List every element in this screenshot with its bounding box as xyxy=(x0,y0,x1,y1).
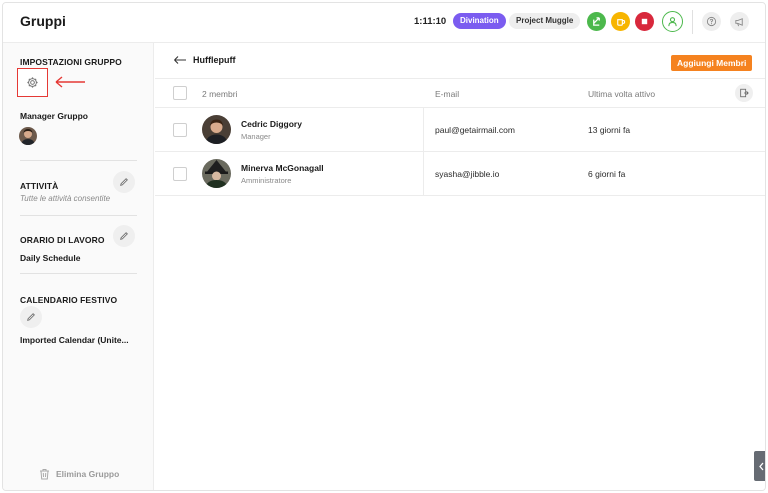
megaphone-icon xyxy=(735,18,743,27)
member-name[interactable]: Minerva McGonagall xyxy=(241,163,324,173)
edit-schedule-button[interactable] xyxy=(113,225,135,247)
sidebar-divider xyxy=(20,273,137,274)
row-checkbox[interactable] xyxy=(173,123,187,137)
member-email: syasha@jibble.io xyxy=(435,169,500,179)
arrow-left-icon[interactable] xyxy=(173,55,187,65)
switch-activity-button[interactable] xyxy=(587,12,606,31)
export-icon xyxy=(740,88,749,98)
manager-heading: Manager Gruppo xyxy=(20,111,89,121)
members-panel: Hufflepuff Aggiungi Membri 2 membri E-ma… xyxy=(155,43,765,490)
manager-avatar[interactable] xyxy=(19,127,37,145)
group-name: Hufflepuff xyxy=(193,55,236,65)
group-settings-sidebar: IMPOSTAZIONI GRUPPO Manager Gruppo ATTIV… xyxy=(3,43,154,490)
member-name[interactable]: Cedric Diggory xyxy=(241,119,302,129)
page-title: Gruppi xyxy=(20,13,66,29)
pencil-icon xyxy=(120,178,128,186)
pencil-icon xyxy=(27,313,35,321)
column-divider xyxy=(423,152,424,196)
delete-group-button[interactable]: Elimina Gruppo xyxy=(39,468,119,480)
sidebar-divider xyxy=(20,215,137,216)
member-last-active: 6 giorni fa xyxy=(588,169,626,179)
table-row[interactable]: Cedric Diggory Manager paul@getairmail.c… xyxy=(155,108,765,152)
schedule-heading: ORARIO DI LAVORO xyxy=(20,235,105,245)
pencil-icon xyxy=(120,232,128,240)
help-icon xyxy=(706,16,717,27)
member-role: Manager xyxy=(241,132,271,141)
column-divider xyxy=(423,108,424,152)
sidebar-divider xyxy=(20,160,137,161)
schedule-value: Daily Schedule xyxy=(20,253,81,263)
member-role: Amministratore xyxy=(241,176,292,185)
back-navigation[interactable]: Hufflepuff xyxy=(173,55,236,65)
coffee-icon xyxy=(617,19,626,26)
avatar-image xyxy=(202,159,231,188)
edit-activities-button[interactable] xyxy=(113,171,135,193)
stop-timer-button[interactable] xyxy=(635,12,654,31)
avatar xyxy=(202,159,231,188)
group-settings-button[interactable] xyxy=(17,68,48,97)
members-count-header: 2 membri xyxy=(202,89,238,99)
last-active-column-header[interactable]: Ultima volta attivo xyxy=(588,89,655,99)
activity-pill[interactable]: Divination xyxy=(453,13,506,29)
table-row[interactable]: Minerva McGonagall Amministratore syasha… xyxy=(155,152,765,196)
edit-holiday-button[interactable] xyxy=(20,306,42,328)
notifications-button[interactable] xyxy=(730,12,749,31)
annotation-arrow-icon xyxy=(55,76,85,88)
holiday-heading: CALENDARIO FESTIVO xyxy=(20,295,118,305)
swap-arrows-icon xyxy=(593,17,600,26)
user-icon xyxy=(668,17,677,27)
member-email: paul@getairmail.com xyxy=(435,125,515,135)
stop-icon xyxy=(641,18,648,25)
activities-heading: ATTIVITÀ xyxy=(20,181,59,191)
chevron-left-icon xyxy=(758,462,763,470)
app-window: Gruppi 1:11:10 Divination Project Muggle… xyxy=(2,2,766,491)
row-checkbox[interactable] xyxy=(173,167,187,181)
top-header: Gruppi 1:11:10 Divination Project Muggle xyxy=(3,3,765,43)
user-profile-button[interactable] xyxy=(662,11,683,32)
avatar-image xyxy=(202,115,231,144)
gear-icon xyxy=(27,77,38,88)
header-divider xyxy=(692,10,693,34)
avatar xyxy=(202,115,231,144)
activities-value: Tutte le attività consentite xyxy=(20,194,111,203)
timer-readout: 1:11:10 xyxy=(414,16,447,27)
add-members-button[interactable]: Aggiungi Membri xyxy=(671,55,753,71)
holiday-value: Imported Calendar (Unite... xyxy=(20,335,129,345)
settings-heading: IMPOSTAZIONI GRUPPO xyxy=(20,57,122,67)
break-button[interactable] xyxy=(611,12,630,31)
trash-icon xyxy=(40,469,49,480)
member-last-active: 13 giorni fa xyxy=(588,125,631,135)
email-column-header[interactable]: E-mail xyxy=(435,89,459,99)
collapse-panel-tab[interactable] xyxy=(754,451,765,481)
manager-avatar-image xyxy=(19,127,37,145)
select-all-checkbox[interactable] xyxy=(173,86,187,100)
project-pill[interactable]: Project Muggle xyxy=(509,13,581,29)
table-header: 2 membri E-mail Ultima volta attivo xyxy=(155,78,765,108)
delete-group-label: Elimina Gruppo xyxy=(56,469,120,479)
column-settings-button[interactable] xyxy=(735,84,753,102)
help-button[interactable] xyxy=(702,12,721,31)
